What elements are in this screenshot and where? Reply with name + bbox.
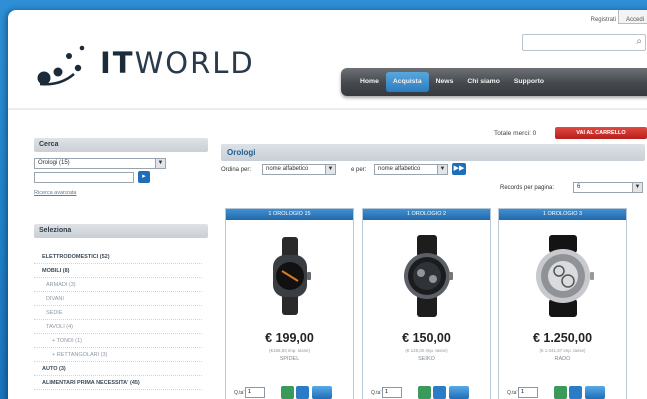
category-item[interactable]: DIVANI <box>34 292 202 306</box>
add-to-cart-icon[interactable] <box>585 386 605 399</box>
category-item[interactable]: + RETTANGOLARI (3) <box>34 348 202 362</box>
category-item[interactable]: + TONDI (1) <box>34 334 202 348</box>
add-to-cart-icon[interactable] <box>312 386 332 399</box>
nav-news[interactable]: News <box>429 72 461 92</box>
product-price: € 199,00 <box>265 331 314 345</box>
browser-window: Registrati Accedi ITWORLD ⌕ Home Acquist… <box>8 10 647 399</box>
product-price-tax: (€ 125,00 imp. tasse) <box>405 348 448 353</box>
quantity-row: Q.ta' 1 <box>226 386 353 399</box>
nav-acquista[interactable]: Acquista <box>385 72 429 92</box>
watch-image[interactable] <box>363 235 490 317</box>
compare-icon[interactable] <box>296 386 309 399</box>
quantity-label: Q.ta' <box>371 390 382 396</box>
nav-chi-siamo[interactable]: Chi siamo <box>460 72 506 92</box>
category-select[interactable]: Orologi (15) ▼ <box>34 158 166 169</box>
category-item[interactable]: TAVOLI (4) <box>34 320 202 334</box>
top-links: Registrati Accedi <box>591 17 644 23</box>
compare-icon[interactable] <box>569 386 582 399</box>
site-logo[interactable]: ITWORLD <box>30 38 270 98</box>
sort-select-value: nome alfabetico <box>266 166 309 172</box>
product-price: € 150,00 <box>402 331 451 345</box>
chevron-down-icon: ▼ <box>155 159 165 168</box>
nav-supporto[interactable]: Supporto <box>507 72 551 92</box>
search-input[interactable]: ⌕ <box>522 34 646 51</box>
category-item[interactable]: AUTO (3) <box>34 362 202 376</box>
category-item[interactable]: ALIMENTARI PRIMA NECESSITA' (45) <box>34 376 202 390</box>
category-list: ELETTRODOMESTICI (52) MOBILI (8) ARMADI … <box>34 250 202 390</box>
watch-image[interactable] <box>499 235 626 317</box>
category-item[interactable]: MOBILI (8) <box>34 264 202 278</box>
quantity-input[interactable]: 1 <box>245 387 265 398</box>
quantity-label: Q.ta' <box>507 390 518 396</box>
chevron-down-icon: ▼ <box>325 165 335 174</box>
watch-image[interactable] <box>226 235 353 317</box>
product-price: € 1.250,00 <box>532 331 593 345</box>
search-icon[interactable]: ⌕ <box>636 36 642 47</box>
product-card[interactable]: 1 OROLOGIO 2 € 150,00 (€ 125,00 imp. tas… <box>362 208 491 399</box>
sort-label: Ordina per: <box>221 167 252 173</box>
register-link[interactable]: Registrati <box>591 17 616 23</box>
go-to-cart-button[interactable]: VAI AL CARRELLO <box>555 127 647 139</box>
advanced-search-link[interactable]: Ricerca avanzata <box>34 190 77 196</box>
wishlist-icon[interactable] <box>554 386 567 399</box>
product-brand: RADO <box>554 356 571 362</box>
logo-mark-icon <box>37 45 85 86</box>
then-sort-select[interactable]: nome alfabetico ▼ <box>374 164 448 175</box>
listing-title: Orologi <box>221 144 645 161</box>
category-item[interactable]: SEDIE <box>34 306 202 320</box>
product-title[interactable]: 1 OROLOGIO 3 <box>499 209 626 220</box>
search-panel-title: Cerca <box>34 138 208 152</box>
main-nav: Home Acquista News Chi siamo Supporto <box>341 68 647 96</box>
apply-sort-button[interactable]: ▶▶ <box>452 163 466 175</box>
chevron-down-icon: ▼ <box>632 183 642 192</box>
per-page-value: 6 <box>577 184 581 190</box>
per-page-select[interactable]: 6 ▼ <box>573 182 643 193</box>
product-brand: SEIKO <box>418 356 435 362</box>
categories-panel-title: Seleziona <box>34 224 208 238</box>
wishlist-icon[interactable] <box>281 386 294 399</box>
add-to-cart-icon[interactable] <box>449 386 469 399</box>
then-sort-select-value: nome alfabetico <box>378 166 421 172</box>
quantity-row: Q.ta' 1 <box>499 386 626 399</box>
wishlist-icon[interactable] <box>418 386 431 399</box>
quantity-input[interactable]: 1 <box>518 387 538 398</box>
quantity-row: Q.ta' 1 <box>363 386 490 399</box>
cart-total: Totale merci: 0 <box>494 130 537 137</box>
sort-select[interactable]: nome alfabetico ▼ <box>262 164 336 175</box>
chevron-down-icon: ▼ <box>437 165 447 174</box>
per-page-label: Records per pagina: <box>500 185 555 191</box>
header-divider <box>8 108 647 110</box>
product-card[interactable]: 1 OROLOGIO 3 € 1.250,00 (€ 1.041,67 imp.… <box>498 208 627 399</box>
product-price-tax: (€165,83 imp. tasse) <box>268 348 311 353</box>
nav-home[interactable]: Home <box>353 72 386 92</box>
category-item[interactable]: ARMADI (3) <box>34 278 202 292</box>
quantity-label: Q.ta' <box>234 390 245 396</box>
logo-text: ITWORLD <box>100 46 255 80</box>
category-select-value: Orologi (15) <box>38 160 70 166</box>
then-sort-label: e per: <box>351 167 367 173</box>
product-price-tax: (€ 1.041,67 imp. tasse) <box>539 348 586 353</box>
login-link[interactable]: Accedi <box>626 17 644 23</box>
product-card[interactable]: 1 OROLOGIO 15 € 199,00 (€165,83 imp. tas… <box>225 208 354 399</box>
product-brand: SPIDEL <box>279 356 300 362</box>
search-go-button[interactable]: ▸ <box>138 171 150 183</box>
product-title[interactable]: 1 OROLOGIO 15 <box>226 209 353 220</box>
product-title[interactable]: 1 OROLOGIO 2 <box>363 209 490 220</box>
keyword-field[interactable] <box>34 172 134 183</box>
compare-icon[interactable] <box>433 386 446 399</box>
category-item[interactable]: ELETTRODOMESTICI (52) <box>34 250 202 264</box>
quantity-input[interactable]: 1 <box>382 387 402 398</box>
